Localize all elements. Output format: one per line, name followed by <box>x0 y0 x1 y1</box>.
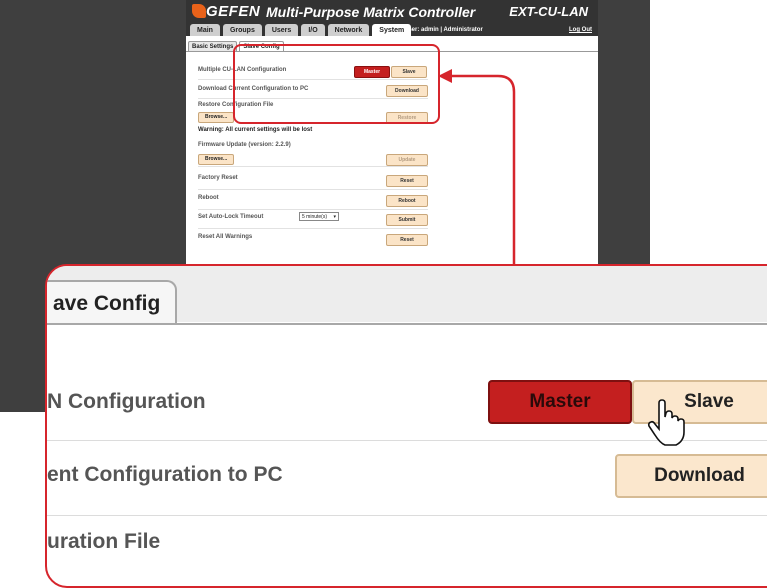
zoom-restore-label: uration File <box>47 530 161 553</box>
zoom-master-button[interactable]: Master <box>488 380 632 424</box>
zoom-download-button[interactable]: Download <box>615 454 767 498</box>
zoom-tab-slave-config[interactable]: ave Config <box>47 280 177 324</box>
zoom-multiple-config-label: N Configuration <box>47 390 206 413</box>
zoom-row-restore: uration File <box>47 516 767 586</box>
callout-arrowhead-icon <box>438 69 452 83</box>
hand-pointer-icon <box>647 399 685 446</box>
zoom-download-label: ent Configuration to PC <box>47 463 283 486</box>
zoom-tabbar: ave Config <box>47 266 767 324</box>
zoom-row-download: ent Configuration to PC Download <box>47 441 767 516</box>
callout-arrow-line <box>452 74 516 268</box>
zoom-callout: ave Config N Configuration Master Slave … <box>45 264 767 588</box>
zoom-tab-divider <box>47 323 767 325</box>
